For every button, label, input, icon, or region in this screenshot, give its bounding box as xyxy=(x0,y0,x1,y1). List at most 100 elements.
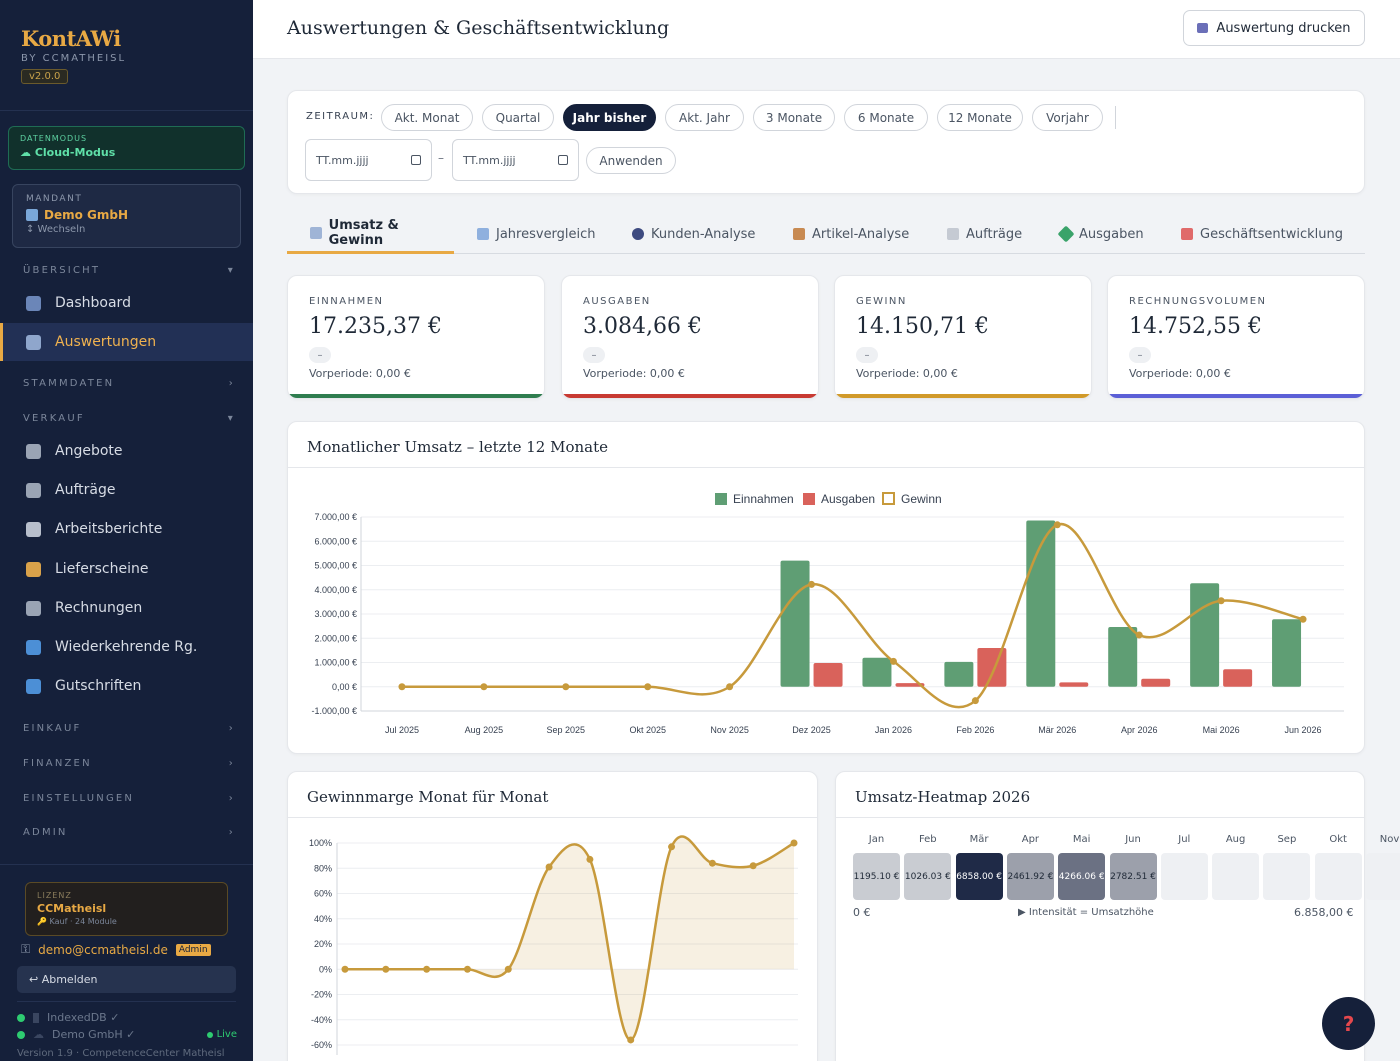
y-tick-label: -60% xyxy=(311,1040,332,1050)
period-pill[interactable]: Vorjahr xyxy=(1032,104,1103,131)
divider xyxy=(17,1001,236,1002)
period-pill[interactable]: 6 Monate xyxy=(844,104,928,131)
heatmap-cell[interactable]: 2782.51 € xyxy=(1109,853,1157,900)
tab-kunden-analyse[interactable]: Kunden-Analyse xyxy=(632,214,755,254)
heatmap-title: Umsatz-Heatmap 2026 xyxy=(855,788,1031,806)
apply-button[interactable]: Anwenden xyxy=(586,147,676,174)
heatmap-month-label: Okt xyxy=(1329,834,1347,845)
status-dot-icon xyxy=(17,1013,25,1022)
live-indicator: Live xyxy=(206,1029,237,1040)
cloud-icon: ☁ xyxy=(33,1028,44,1041)
section-finanzen[interactable]: FINANZEN › xyxy=(23,758,235,769)
tab-jahresvergleich[interactable]: Jahresvergleich xyxy=(477,214,596,254)
nav-angebote[interactable]: Angebote xyxy=(0,432,253,470)
section-einstellungen[interactable]: EINSTELLUNGEN › xyxy=(23,793,235,804)
period-pill-selected[interactable]: Jahr bisher xyxy=(563,104,656,131)
nav-auswertungen[interactable]: Auswertungen xyxy=(0,323,253,361)
y-tick-label: 80% xyxy=(314,863,332,873)
box-icon xyxy=(793,228,805,240)
heatmap-month-label: Mär xyxy=(969,834,989,845)
version-badge: v2.0.0 xyxy=(21,69,69,84)
y-tick-label: 6.000,00 € xyxy=(314,536,357,546)
live-dot-icon xyxy=(206,1031,213,1038)
y-tick-label: 1.000,00 € xyxy=(314,658,357,668)
nav-label: Lieferscheine xyxy=(55,561,149,577)
bar-einnahmen xyxy=(862,657,892,687)
nav-label: Arbeitsberichte xyxy=(55,521,163,537)
chevron-down-icon: ▾ xyxy=(227,413,235,424)
nav-dashboard[interactable]: Dashboard xyxy=(0,284,253,322)
period-pill[interactable]: Akt. Monat xyxy=(381,104,473,131)
kpi-previous: Vorperiode: 0,00 € xyxy=(583,367,685,380)
nav-label: Angebote xyxy=(55,443,123,459)
nav-wiederkehrende[interactable]: Wiederkehrende Rg. xyxy=(0,628,253,666)
period-pill[interactable]: 3 Monate xyxy=(753,104,835,131)
kpi-card-gewinn: GEWINN 14.150,71 € – Vorperiode: 0,00 € xyxy=(834,275,1092,399)
y-tick-label: -1.000,00 € xyxy=(311,706,357,716)
x-tick-label: Mär 2026 xyxy=(1038,725,1076,735)
heatmap-cell[interactable]: 4266.06 € xyxy=(1058,853,1106,900)
x-tick-label: Nov 2025 xyxy=(710,725,749,735)
chart-icon xyxy=(310,226,322,239)
tab-ausgaben[interactable]: Ausgaben xyxy=(1057,214,1144,254)
nav-lieferscheine[interactable]: Lieferscheine xyxy=(0,550,253,588)
heatmap-cell[interactable] xyxy=(1160,853,1208,900)
tab-umsatz-gewinn[interactable]: Umsatz & Gewinn xyxy=(287,214,454,254)
heatmap-cell[interactable] xyxy=(1212,853,1260,900)
profit-point xyxy=(1135,631,1143,639)
mandant-switcher[interactable]: MANDANT Demo GmbH ↕ Wechseln xyxy=(12,184,241,248)
print-report-button[interactable]: Auswertung drucken xyxy=(1183,10,1365,46)
brand: KontAWi BY CCMATHEISL v2.0.0 xyxy=(0,0,253,111)
clipboard-icon xyxy=(26,482,41,498)
nav-label: Aufträge xyxy=(55,482,116,498)
heatmap-cell[interactable]: 1195.10 € xyxy=(853,853,900,900)
date-to-input[interactable]: TT.mm.jjjj xyxy=(452,139,579,181)
x-tick-label: Feb 2026 xyxy=(956,725,994,735)
period-pill[interactable]: Quartal xyxy=(482,104,554,131)
kpi-previous: Vorperiode: 0,00 € xyxy=(856,367,958,380)
chevron-right-icon: › xyxy=(228,827,235,838)
section-stammdaten[interactable]: STAMMDATEN › xyxy=(23,378,235,389)
kpi-label: AUSGABEN xyxy=(583,296,651,307)
y-tick-label: 3.000,00 € xyxy=(314,609,357,619)
margin-chart: 100% 80% 60% 40% 20% 0% -20% -40% -60% xyxy=(309,835,798,1055)
section-uebersicht[interactable]: ÜBERSICHT ▾ xyxy=(23,265,235,276)
section-admin[interactable]: ADMIN › xyxy=(23,827,235,838)
margin-point xyxy=(545,863,553,871)
data-mode-box[interactable]: DATENMODUS ☁ Cloud-Modus xyxy=(8,126,245,170)
period-pill[interactable]: Akt. Jahr xyxy=(665,104,744,131)
heatmap-cell[interactable] xyxy=(1366,853,1400,900)
date-from-input[interactable]: TT.mm.jjjj xyxy=(305,139,432,181)
y-tick-label: 2.000,00 € xyxy=(314,633,357,643)
chevron-down-icon: ▾ xyxy=(227,265,235,276)
heatmap-cell[interactable]: 2461.92 € xyxy=(1006,853,1054,900)
nav-rechnungen[interactable]: Rechnungen xyxy=(0,589,253,627)
nav-arbeitsberichte[interactable]: Arbeitsberichte xyxy=(0,510,253,548)
heatmap-cell[interactable] xyxy=(1263,853,1311,900)
app-version: Version 1.9 · CompetenceCenter Matheisl xyxy=(17,1048,225,1059)
legend-label: Einnahmen xyxy=(733,492,794,506)
logout-button[interactable]: ↩ Abmelden xyxy=(17,966,236,993)
heatmap-month-label: Apr xyxy=(1021,834,1040,845)
tab-artikel-analyse[interactable]: Artikel-Analyse xyxy=(793,214,909,254)
calendar-icon[interactable] xyxy=(558,155,568,165)
heatmap-cell[interactable]: 1026.03 € xyxy=(904,853,952,900)
heatmap-cell[interactable]: 6858.00 € xyxy=(955,853,1003,900)
license-details: 🔑 Kauf · 24 Module xyxy=(37,917,117,926)
nav-auftraege[interactable]: Aufträge xyxy=(0,471,253,509)
divider xyxy=(1115,106,1116,129)
section-einkauf[interactable]: EINKAUF › xyxy=(23,723,235,734)
topbar: Auswertungen & Geschäftsentwicklung Ausw… xyxy=(253,0,1400,59)
legend-swatch xyxy=(715,493,727,505)
calendar-icon[interactable] xyxy=(411,155,421,165)
nav-gutschriften[interactable]: Gutschriften xyxy=(0,667,253,705)
section-verkauf[interactable]: VERKAUF ▾ xyxy=(23,413,235,424)
wrench-icon xyxy=(26,521,41,537)
period-pill[interactable]: 12 Monate xyxy=(937,104,1023,131)
heatmap-cell[interactable] xyxy=(1314,853,1362,900)
mandant-switch-link[interactable]: ↕ Wechseln xyxy=(26,224,227,235)
tab-geschaeftsentwicklung[interactable]: Geschäftsentwicklung xyxy=(1181,214,1343,254)
kpi-previous: Vorperiode: 0,00 € xyxy=(309,367,411,380)
tab-auftraege[interactable]: Aufträge xyxy=(947,214,1022,254)
help-button[interactable]: ? xyxy=(1322,997,1375,1050)
